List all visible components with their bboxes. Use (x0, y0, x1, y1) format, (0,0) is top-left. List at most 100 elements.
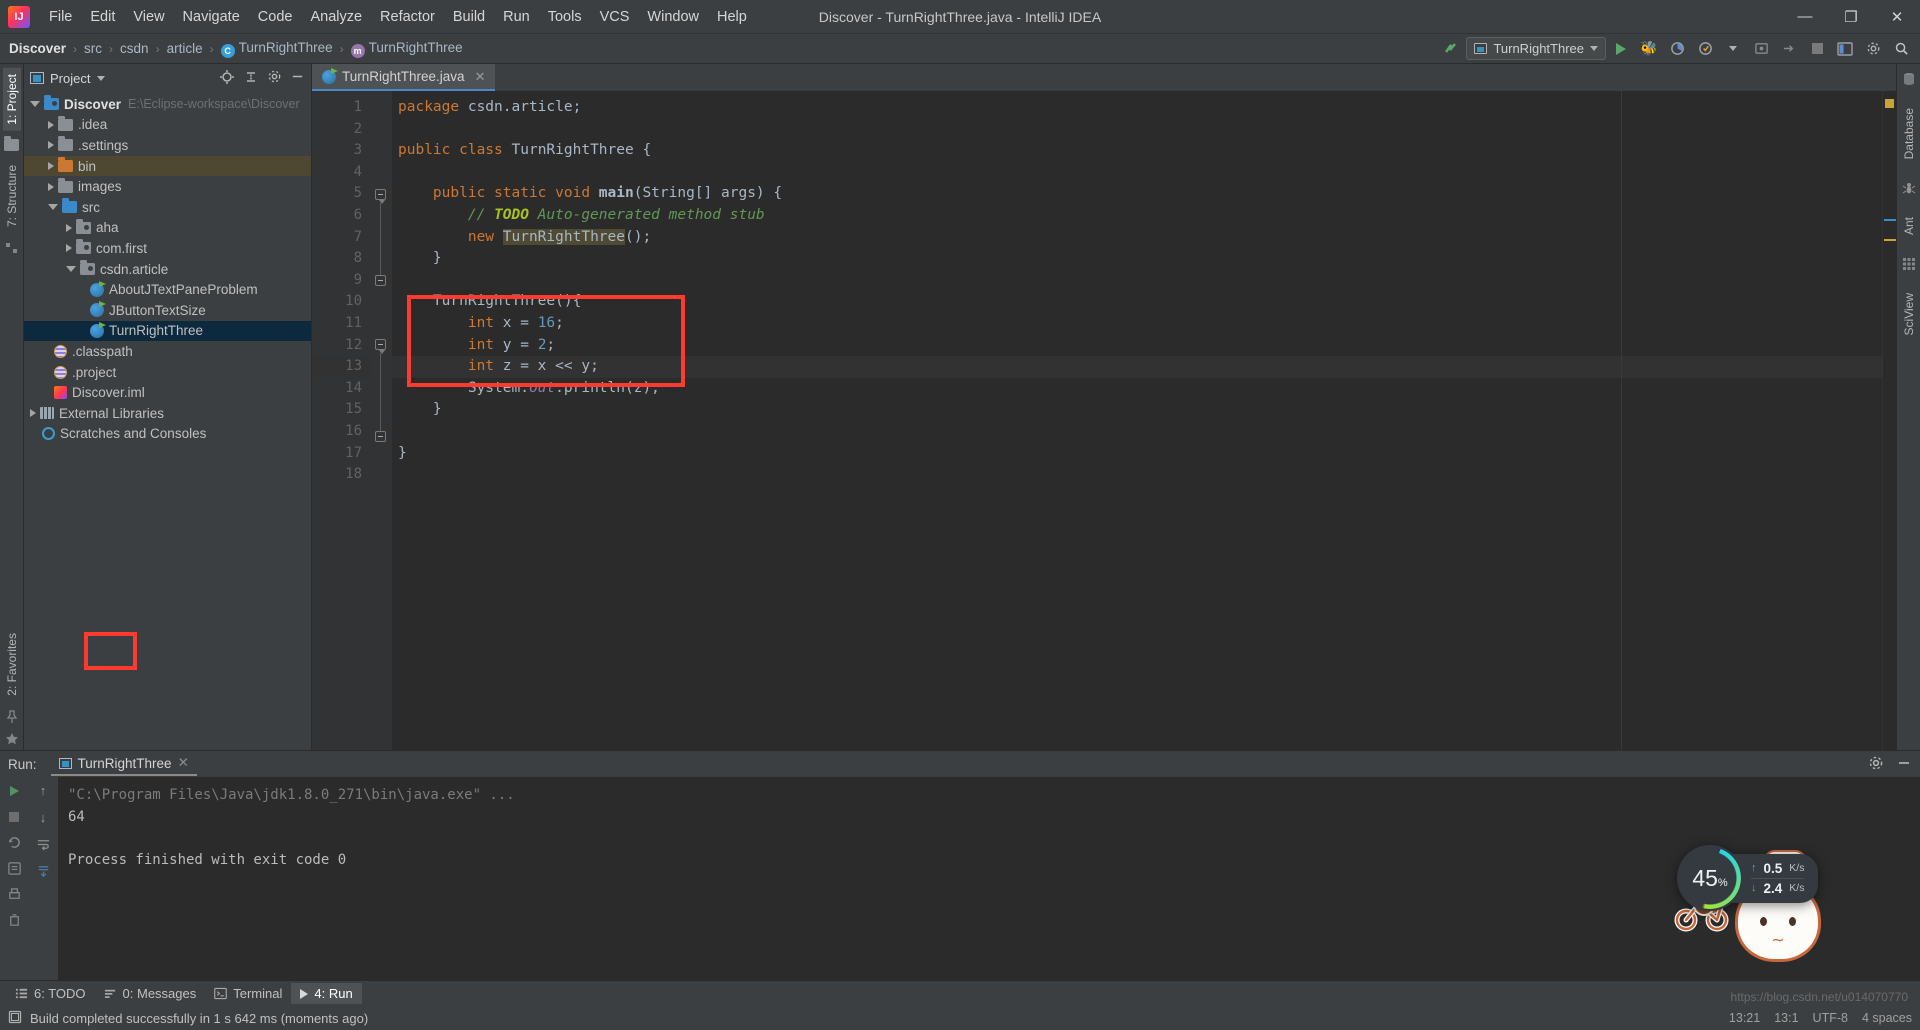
step-icon[interactable] (1776, 36, 1802, 62)
menu-item-build[interactable]: Build (444, 5, 494, 29)
expand-arrow-icon[interactable] (48, 141, 54, 150)
tree-row-csdn-article[interactable]: csdn.article (24, 259, 311, 280)
fold-marker[interactable] (375, 275, 386, 286)
expand-arrow-icon[interactable] (48, 182, 54, 191)
rerun-failed-icon[interactable] (7, 835, 22, 850)
tree-row-project-file[interactable]: .project (24, 362, 311, 383)
search-everywhere-icon[interactable] (1888, 36, 1914, 62)
change-marker[interactable] (1884, 239, 1896, 241)
layout-icon[interactable] (1832, 36, 1858, 62)
panel-options-icon[interactable] (267, 69, 282, 87)
menu-item-view[interactable]: View (124, 5, 173, 29)
attach-process-icon[interactable] (1748, 36, 1774, 62)
run-configuration-selector[interactable]: TurnRightThree (1466, 37, 1606, 60)
sidebar-tab-database[interactable]: Database (1900, 102, 1918, 165)
sidebar-tab-favorites[interactable]: 2: Favorites (3, 627, 21, 702)
fold-marker[interactable] (375, 339, 386, 354)
rerun-icon[interactable] (7, 783, 22, 798)
scroll-down-icon[interactable]: ↓ (36, 810, 51, 825)
breadcrumb-item-csdn[interactable]: csdn (117, 41, 152, 56)
sidebar-tab-ant[interactable]: Ant (1900, 211, 1918, 241)
breadcrumb-item-class[interactable]: C TurnRightThree (218, 40, 336, 58)
menu-item-run[interactable]: Run (494, 5, 539, 29)
sidebar-tab-sciview[interactable]: SciView (1900, 287, 1918, 341)
expand-arrow-icon[interactable] (66, 223, 72, 232)
close-button[interactable]: ✕ (1874, 0, 1920, 34)
menu-item-code[interactable]: Code (249, 5, 302, 29)
tree-row-aha[interactable]: aha (24, 218, 311, 239)
expand-arrow-icon[interactable] (48, 120, 54, 129)
tree-row-discover-iml[interactable]: Discover.iml (24, 382, 311, 403)
pin-icon[interactable] (5, 710, 19, 724)
menu-item-window[interactable]: Window (638, 5, 708, 29)
dump-threads-icon[interactable] (7, 861, 22, 876)
status-indent[interactable]: 4 spaces (1862, 1011, 1912, 1025)
status-caret-position[interactable]: 13:1 (1774, 1011, 1798, 1025)
menu-item-navigate[interactable]: Navigate (174, 5, 249, 29)
expand-arrow-icon[interactable] (48, 162, 54, 171)
expand-arrow-icon[interactable] (48, 204, 58, 211)
profile-button[interactable] (1664, 36, 1690, 62)
expand-arrow-icon[interactable] (66, 266, 76, 273)
sidebar-tab-structure[interactable]: 7: Structure (3, 159, 21, 233)
stop-button[interactable] (1804, 36, 1830, 62)
menu-item-analyze[interactable]: Analyze (301, 5, 371, 29)
tree-row-bin[interactable]: bin (24, 155, 311, 177)
delete-icon[interactable] (7, 913, 22, 928)
print-icon[interactable] (7, 887, 22, 902)
tree-row-scratches[interactable]: Scratches and Consoles (24, 424, 311, 445)
status-encoding[interactable]: UTF-8 (1813, 1011, 1848, 1025)
network-speed-widget[interactable]: 45% ↑ 0.5 K/s ↓ 2.4 K/s (1677, 845, 1819, 911)
close-icon[interactable]: ✕ (178, 755, 189, 771)
run-button[interactable] (1608, 36, 1634, 62)
update-project-icon[interactable] (1438, 36, 1464, 62)
maximize-button[interactable]: ❐ (1828, 0, 1874, 34)
warning-marker[interactable] (1885, 99, 1894, 108)
tree-row-idea[interactable]: .idea (24, 115, 311, 136)
menu-item-vcs[interactable]: VCS (591, 5, 639, 29)
run-tab-turnrightthree[interactable]: TurnRightThree ✕ (50, 752, 197, 776)
bottom-tab-todo[interactable]: 6: TODO (6, 983, 95, 1004)
caret-marker[interactable] (1884, 219, 1896, 221)
breadcrumb-item-src[interactable]: src (81, 41, 105, 56)
stop-icon[interactable] (7, 809, 22, 824)
scroll-up-icon[interactable]: ↑ (36, 783, 51, 798)
fold-marker[interactable] (375, 431, 386, 442)
run-settings-icon[interactable] (1868, 755, 1884, 774)
locate-file-icon[interactable] (219, 69, 235, 88)
console-output[interactable]: "C:\Program Files\Java\jdk1.8.0_271\bin\… (58, 777, 1920, 980)
bottom-tab-messages[interactable]: 0: Messages (95, 983, 206, 1004)
editor-tab-turnrightthree[interactable]: TurnRightThree.java ✕ (312, 64, 496, 91)
hide-panel-icon[interactable] (290, 69, 305, 87)
tree-row-classpath[interactable]: .classpath (24, 341, 311, 362)
coverage-button[interactable] (1692, 36, 1718, 62)
tree-row-com-first[interactable]: com.first (24, 238, 311, 259)
tree-row-turnrightthree[interactable]: TurnRightThree (24, 320, 311, 342)
editor-scroll-markers[interactable] (1882, 91, 1896, 750)
tree-row-settings[interactable]: .settings (24, 135, 311, 156)
breadcrumb-item-method[interactable]: m TurnRightThree (348, 40, 466, 58)
tree-row-src[interactable]: src (24, 197, 311, 218)
chevron-down-icon[interactable] (97, 75, 106, 81)
star-icon[interactable] (5, 732, 19, 746)
bottom-tab-run[interactable]: 4: Run (291, 983, 362, 1004)
hide-run-panel-icon[interactable] (1896, 755, 1912, 774)
breadcrumb-item-article[interactable]: article (164, 41, 206, 56)
menu-item-refactor[interactable]: Refactor (371, 5, 444, 29)
sidebar-tab-project[interactable]: 1: Project (2, 68, 21, 131)
code-text-area[interactable]: package csdn.article; public class TurnR… (392, 91, 1882, 750)
expand-arrow-icon[interactable] (66, 244, 72, 253)
minimize-button[interactable]: — (1782, 0, 1828, 34)
fold-marker[interactable] (375, 189, 386, 204)
chevron-down-icon[interactable] (1720, 36, 1746, 62)
scroll-to-end-icon[interactable] (36, 864, 51, 879)
collapse-all-icon[interactable] (243, 69, 259, 88)
debug-button[interactable]: 🐝 (1636, 36, 1662, 62)
soft-wrap-icon[interactable] (36, 837, 51, 852)
menu-item-tools[interactable]: Tools (539, 5, 591, 29)
tree-row-aboutjtextpaneproblem[interactable]: AboutJTextPaneProblem (24, 279, 311, 300)
tree-row-jbuttontextsize[interactable]: JButtonTextSize (24, 300, 311, 321)
tree-row-images[interactable]: images (24, 176, 311, 197)
menu-item-edit[interactable]: Edit (81, 5, 124, 29)
menu-item-help[interactable]: Help (708, 5, 756, 29)
